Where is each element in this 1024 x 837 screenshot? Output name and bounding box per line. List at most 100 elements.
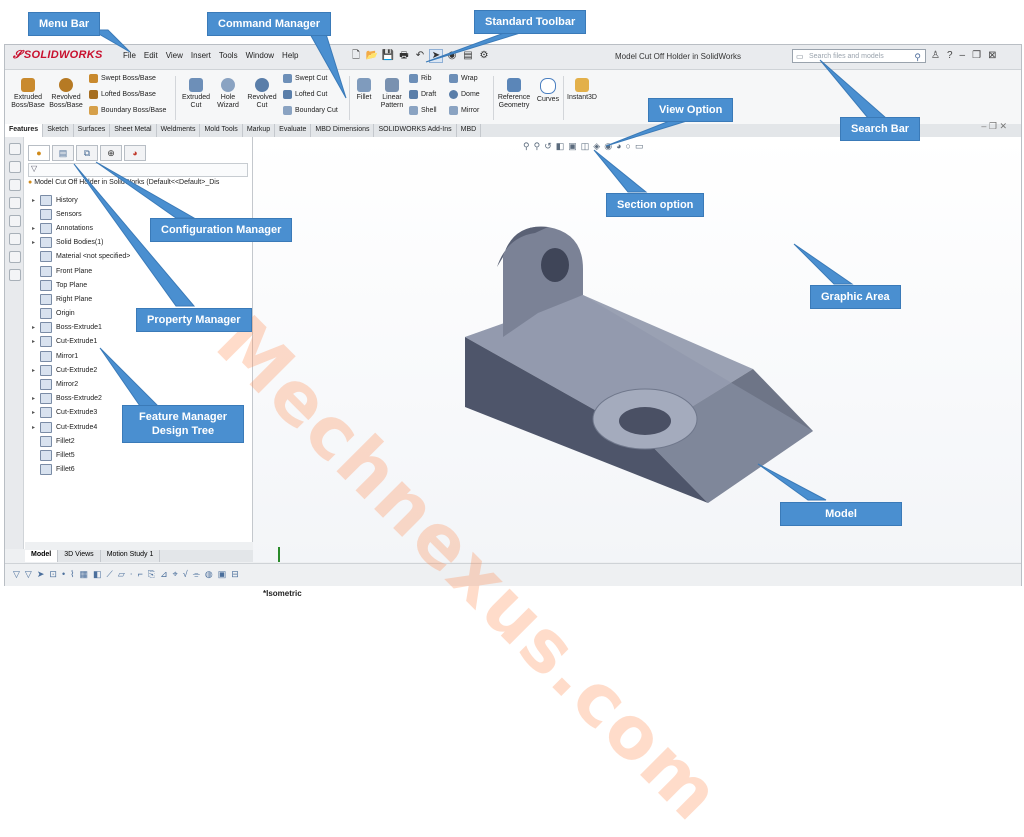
print-icon[interactable]: 🖶 <box>397 49 411 63</box>
select-pointer-icon[interactable]: ➤ <box>429 49 443 63</box>
configuration-manager-tab-icon[interactable]: ⧉ <box>76 145 98 161</box>
filter-balloon-icon[interactable]: ◍ <box>205 569 213 580</box>
user-icon[interactable]: ♙ <box>931 50 940 61</box>
tab-mbd-dimensions[interactable]: MBD Dimensions <box>311 124 375 137</box>
expand-arrow-icon[interactable]: ▸ <box>32 197 40 204</box>
filter-faces-icon[interactable]: ▦ <box>80 569 89 580</box>
strip-icon[interactable] <box>9 269 21 281</box>
menu-tools[interactable]: Tools <box>219 51 238 60</box>
extruded-cut-button[interactable]: Extruded Cut <box>179 78 213 110</box>
save-icon[interactable]: 💾 <box>381 49 395 63</box>
tree-item[interactable]: Material <not specified> <box>32 250 246 264</box>
dimxpert-tab-icon[interactable]: ⊕ <box>100 145 122 161</box>
menu-help[interactable]: Help <box>282 51 298 60</box>
tree-root[interactable]: ● Model Cut Off Holder in SolidWorks (De… <box>28 179 219 186</box>
curves-button[interactable]: Curves <box>535 78 561 104</box>
revolved-boss-button[interactable]: Revolved Boss/Base <box>49 78 83 110</box>
fillet-button[interactable]: Fillet <box>353 78 375 102</box>
menu-insert[interactable]: Insert <box>191 51 211 60</box>
expand-arrow-icon[interactable]: ▸ <box>32 424 40 431</box>
boundary-boss-button[interactable]: Boundary Boss/Base <box>89 106 166 115</box>
instant3d-button[interactable]: Instant3D <box>565 78 599 102</box>
strip-icon[interactable] <box>9 233 21 245</box>
expand-arrow-icon[interactable]: ▸ <box>32 367 40 374</box>
horizontal-scrollbar[interactable] <box>25 542 253 549</box>
restore-viewport-icon[interactable]: ❐ <box>989 121 997 131</box>
expand-arrow-icon[interactable]: ▸ <box>32 395 40 402</box>
search-input[interactable]: ▭ Search files and models ⚲ <box>792 49 926 63</box>
revolved-cut-button[interactable]: Revolved Cut <box>245 78 279 110</box>
tree-item[interactable]: Front Plane <box>32 264 246 278</box>
tab-surfaces[interactable]: Surfaces <box>74 124 111 137</box>
expand-arrow-icon[interactable]: ▸ <box>32 324 40 331</box>
wrap-button[interactable]: Wrap <box>449 74 478 83</box>
expand-arrow-icon[interactable]: ▸ <box>32 225 40 232</box>
filter-cosmetic-icon[interactable]: ⊟ <box>231 569 239 580</box>
help-icon[interactable]: ? <box>947 50 953 61</box>
filter-axes-icon[interactable]: ⟋ <box>107 569 113 580</box>
tree-item[interactable]: ▸ History <box>32 193 246 207</box>
swept-boss-button[interactable]: Swept Boss/Base <box>89 74 156 83</box>
filter-dimension-icon[interactable]: ⌐ <box>138 569 143 580</box>
filter-surface-icon[interactable]: ◧ <box>93 569 102 580</box>
tab-model[interactable]: Model <box>25 550 59 562</box>
tree-filter-input[interactable]: ▽ <box>28 163 248 177</box>
linear-pattern-button[interactable]: Linear Pattern <box>377 78 407 110</box>
menu-view[interactable]: View <box>166 51 183 60</box>
mirror-button[interactable]: Mirror <box>449 106 479 115</box>
filter-edges-icon[interactable]: ⌇ <box>70 569 74 580</box>
filter-datum-icon[interactable]: ⌖ <box>173 569 178 580</box>
tab-3d-views[interactable]: 3D Views <box>58 550 101 562</box>
strip-icon[interactable] <box>9 179 21 191</box>
open-file-icon[interactable]: 📂 <box>365 49 379 63</box>
strip-icon[interactable] <box>9 143 21 155</box>
extruded-boss-button[interactable]: Extruded Boss/Base <box>11 78 45 110</box>
options-gear-icon[interactable]: ⚙ <box>477 49 491 63</box>
filter-notes-icon[interactable]: ⎘ <box>148 569 155 580</box>
strip-icon[interactable] <box>9 251 21 263</box>
tree-item[interactable]: Top Plane <box>32 278 246 292</box>
dome-button[interactable]: Dome <box>449 90 480 99</box>
boundary-cut-button[interactable]: Boundary Cut <box>283 106 338 115</box>
shell-button[interactable]: Shell <box>409 106 437 115</box>
menu-edit[interactable]: Edit <box>144 51 158 60</box>
display-manager-tab-icon[interactable]: ◕ <box>124 145 146 161</box>
hole-wizard-button[interactable]: Hole Wizard <box>213 78 243 110</box>
reference-geometry-button[interactable]: Reference Geometry <box>495 78 533 110</box>
rib-button[interactable]: Rib <box>409 74 432 83</box>
tab-motion-study[interactable]: Motion Study 1 <box>101 550 161 562</box>
strip-icon[interactable] <box>9 197 21 209</box>
close-icon[interactable]: ⊠ <box>988 50 996 61</box>
file-properties-icon[interactable]: ▤ <box>461 49 475 63</box>
filter-blocks-icon[interactable]: ▣ <box>218 569 227 580</box>
filter-points-icon[interactable]: ⋅ <box>130 569 133 580</box>
tree-item[interactable]: Fillet6 <box>32 463 246 477</box>
strip-icon[interactable] <box>9 215 21 227</box>
draft-button[interactable]: Draft <box>409 90 436 99</box>
new-file-icon[interactable]: 🗋 <box>349 49 363 63</box>
menu-file[interactable]: File <box>123 51 136 60</box>
lofted-boss-button[interactable]: Lofted Boss/Base <box>89 90 156 99</box>
feature-manager-tab-icon[interactable]: ● <box>28 145 50 161</box>
expand-arrow-icon[interactable]: ▸ <box>32 409 40 416</box>
filter-planes-icon[interactable]: ▱ <box>118 569 125 580</box>
search-icon[interactable]: ⚲ <box>914 50 921 64</box>
tab-features[interactable]: Features <box>5 124 44 137</box>
select-pointer-icon[interactable]: ➤ <box>37 569 45 580</box>
property-manager-tab-icon[interactable]: ▤ <box>52 145 74 161</box>
tab-mold-tools[interactable]: Mold Tools <box>200 124 243 137</box>
tab-markup[interactable]: Markup <box>243 124 276 137</box>
filter-icon[interactable]: ▽ <box>13 569 20 580</box>
tree-item[interactable]: Right Plane <box>32 292 246 306</box>
tab-mbd[interactable]: MBD <box>457 124 482 137</box>
filter-welds-icon[interactable]: ⊿ <box>160 569 168 580</box>
tab-sketch[interactable]: Sketch <box>43 124 74 137</box>
selection-filter-icon[interactable]: ⊡ <box>49 569 57 580</box>
tab-evaluate[interactable]: Evaluate <box>275 124 312 137</box>
menu-window[interactable]: Window <box>246 51 274 60</box>
expand-arrow-icon[interactable]: ▸ <box>32 239 40 246</box>
tab-solidworks-addins[interactable]: SOLIDWORKS Add-Ins <box>374 124 457 137</box>
filter-surface-finish-icon[interactable]: √ <box>183 569 188 580</box>
tree-item[interactable]: Mirror2 <box>32 377 246 391</box>
tab-weldments[interactable]: Weldments <box>157 124 201 137</box>
